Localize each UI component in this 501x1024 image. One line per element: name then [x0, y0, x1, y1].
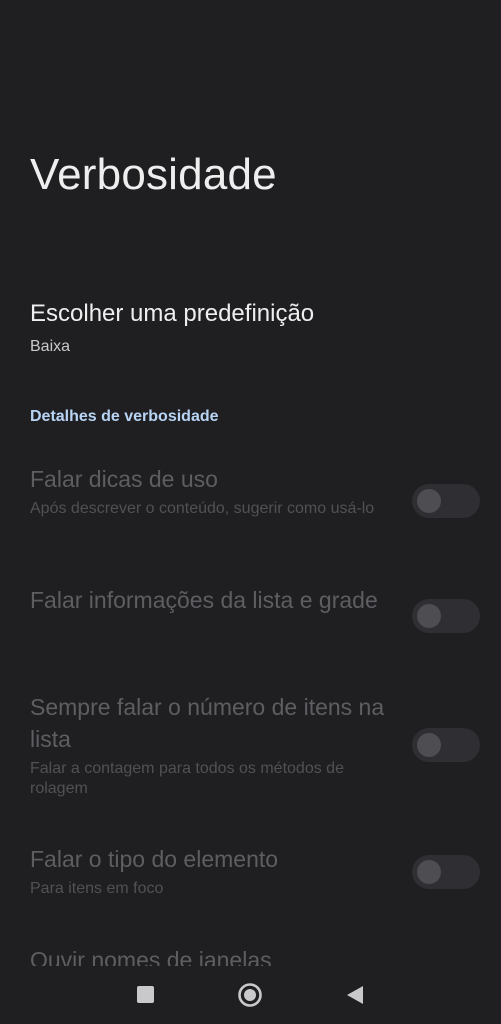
section-header: Detalhes de verbosidade	[30, 408, 219, 425]
setting-title: Sempre falar o número de itens na lista	[30, 694, 385, 752]
setting-title: Falar informações da lista e grade	[30, 587, 378, 613]
setting-text: Sempre falar o número de itens na lista …	[30, 691, 390, 799]
toggle-switch[interactable]	[412, 728, 480, 762]
setting-title: Falar o tipo do elemento	[30, 846, 279, 872]
page-title: Verbosidade	[30, 150, 277, 199]
setting-text: Falar informações da lista e grade	[30, 584, 390, 616]
setting-summary: Para itens em foco	[30, 880, 164, 897]
setting-row-usage-hints[interactable]: Falar dicas de uso Após descrever o cont…	[30, 463, 480, 519]
setting-summary: Após descrever o conteúdo, sugerir como …	[30, 500, 375, 517]
setting-summary: Falar a contagem para todos os métodos d…	[30, 760, 344, 797]
toggle-thumb	[417, 489, 441, 513]
preset-value: Baixa	[30, 338, 71, 355]
preset-title: Escolher uma predefinição	[30, 300, 315, 327]
back-icon[interactable]	[345, 984, 365, 1006]
setting-text: Falar dicas de uso Após descrever o cont…	[30, 463, 390, 519]
toggle-switch[interactable]	[412, 484, 480, 518]
toggle-thumb	[417, 604, 441, 628]
setting-title: Falar dicas de uso	[30, 466, 218, 492]
toggle-switch[interactable]	[412, 599, 480, 633]
toggle-thumb	[417, 733, 441, 757]
toggle-switch[interactable]	[412, 855, 480, 889]
recents-icon[interactable]	[137, 986, 154, 1003]
home-icon[interactable]	[237, 982, 263, 1008]
setting-row-item-count[interactable]: Sempre falar o número de itens na lista …	[30, 691, 480, 799]
setting-text: Falar o tipo do elemento Para itens em f…	[30, 843, 390, 899]
setting-row-element-type[interactable]: Falar o tipo do elemento Para itens em f…	[30, 843, 480, 899]
navigation-bar	[0, 966, 501, 1024]
setting-row-list-grid-info[interactable]: Falar informações da lista e grade	[30, 584, 480, 633]
preset-row[interactable]: Escolher uma predefinição Baixa	[30, 296, 470, 358]
toggle-thumb	[417, 860, 441, 884]
